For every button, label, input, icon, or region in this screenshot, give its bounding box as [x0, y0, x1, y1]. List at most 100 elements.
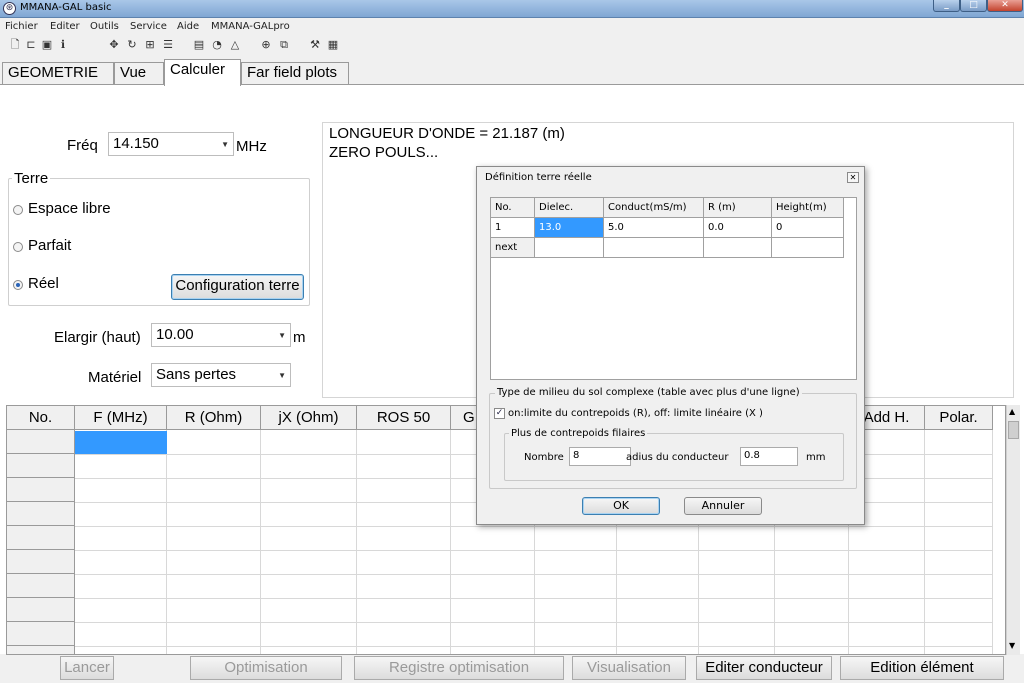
materiel-combo[interactable]: Sans pertes ▼	[151, 363, 291, 387]
menu-editer[interactable]: Editer	[50, 21, 80, 32]
maximize-button[interactable]: □	[960, 0, 987, 12]
grid-row-line	[75, 598, 993, 599]
editer-conducteur-button[interactable]: Editer conducteur	[696, 656, 832, 680]
triangle-icon[interactable]: △	[229, 39, 241, 51]
radio-reel-label[interactable]: Réel	[28, 275, 59, 292]
title-bar: ⊛ MMANA-GAL basic _ □ ✕	[0, 0, 1024, 18]
edition-element-button[interactable]: Edition élément	[840, 656, 1004, 680]
ground-table-cell[interactable]: 0.0	[704, 218, 772, 238]
radio-parfait[interactable]	[13, 242, 23, 252]
tab-calculer[interactable]: Calculer	[164, 59, 241, 86]
toolbar: 🗋 ⊏ ▣ ℹ ✥ ↻ ⊞ ☰ ▤ ◔ △ ⊕ ⧉ ⚒ ▦	[0, 37, 1024, 57]
radius-label: adius du conducteur	[626, 452, 729, 463]
ground-table-cell[interactable]: next	[491, 238, 535, 258]
grid-header-polar[interactable]: Polar.	[925, 406, 993, 430]
grid-row-header[interactable]	[7, 526, 75, 550]
grid-row-header[interactable]	[7, 430, 75, 454]
optimisation-button[interactable]: Optimisation	[190, 656, 342, 680]
scroll-up-icon[interactable]: ▲	[1009, 407, 1015, 416]
grid-row-header[interactable]	[7, 598, 75, 622]
dialog-title: Définition terre réelle	[485, 172, 592, 183]
grid-row-line	[75, 622, 993, 623]
freq-combo[interactable]: 14.150 ▼	[108, 132, 234, 156]
counterpoise-checkbox-label[interactable]: on:limite du contrepoids (R), off: limit…	[508, 408, 763, 419]
menu-outils[interactable]: Outils	[90, 21, 119, 32]
registre-optimisation-button[interactable]: Registre optimisation	[354, 656, 564, 680]
ground-table-cell[interactable]	[535, 238, 604, 258]
radio-parfait-label[interactable]: Parfait	[28, 237, 71, 254]
calculator-icon[interactable]: ▦	[327, 39, 339, 51]
grid-row-header[interactable]	[7, 454, 75, 478]
grid-header-no[interactable]: No.	[7, 406, 75, 430]
grid-row-line	[75, 526, 993, 527]
target-icon[interactable]: ⊕	[260, 39, 272, 51]
ground-table[interactable]: No. Dielec. Conduct(mS/m) R (m) Height(m…	[490, 197, 857, 380]
radio-espace-libre-label[interactable]: Espace libre	[28, 200, 111, 217]
soil-type-legend: Type de milieu du sol complexe (table av…	[495, 387, 802, 398]
elargir-unit: m	[293, 329, 306, 346]
move-icon[interactable]: ✥	[108, 39, 120, 51]
annuler-button[interactable]: Annuler	[684, 497, 762, 515]
radio-espace-libre[interactable]	[13, 205, 23, 215]
grid-scrollbar[interactable]: ▲ ▼	[1006, 405, 1020, 655]
grid-row-header[interactable]	[7, 550, 75, 574]
menu-mmana-galpro[interactable]: MMANA-GALpro	[211, 21, 290, 32]
visualisation-button[interactable]: Visualisation	[572, 656, 686, 680]
grid-row-header[interactable]	[7, 646, 75, 654]
ok-button[interactable]: OK	[582, 497, 660, 515]
grid-row-header[interactable]	[7, 622, 75, 646]
menu-fichier[interactable]: Fichier	[5, 21, 38, 32]
grid-row-header[interactable]	[7, 574, 75, 598]
scroll-down-icon[interactable]: ▼	[1009, 641, 1015, 650]
minimize-button[interactable]: _	[933, 0, 960, 12]
grid-header-jx[interactable]: jX (Ohm)	[261, 406, 357, 430]
ground-table-cell[interactable]: 1	[491, 218, 535, 238]
new-file-icon[interactable]: 🗋	[9, 39, 21, 51]
align-icon[interactable]: ☰	[162, 39, 174, 51]
info-icon[interactable]: ℹ	[57, 39, 69, 51]
close-window-button[interactable]: ✕	[987, 0, 1023, 12]
menu-bar: Fichier Editer Outils Service Aide MMANA…	[0, 19, 1024, 37]
nombre-input[interactable]: 8	[569, 447, 631, 466]
dropdown-arrow-icon[interactable]: ▼	[221, 140, 229, 149]
counterpoise-checkbox[interactable]: ✓	[494, 408, 505, 419]
save-icon[interactable]: ▣	[41, 39, 53, 51]
radio-reel[interactable]	[13, 280, 23, 290]
grid-row-header[interactable]	[7, 478, 75, 502]
rotate-icon[interactable]: ↻	[126, 39, 138, 51]
materiel-label: Matériel	[88, 369, 142, 386]
dropdown-arrow-icon[interactable]: ▼	[278, 371, 286, 380]
grid-header-r[interactable]: R (Ohm)	[167, 406, 261, 430]
open-folder-icon[interactable]: ⊏	[25, 39, 37, 51]
lancer-button[interactable]: Lancer	[60, 656, 114, 680]
elargir-combo[interactable]: 10.00 ▼	[151, 323, 291, 347]
chart-icon[interactable]: ◔	[211, 39, 223, 51]
menu-aide[interactable]: Aide	[177, 21, 199, 32]
ground-table-cell[interactable]	[772, 238, 844, 258]
grid-row-header[interactable]	[7, 502, 75, 526]
configuration-terre-button[interactable]: Configuration terre	[171, 274, 304, 300]
ground-table-cell[interactable]: 0	[772, 218, 844, 238]
stretch-icon[interactable]: ⊞	[144, 39, 156, 51]
radius-input[interactable]: 0.8	[740, 447, 798, 466]
ground-table-cell[interactable]	[704, 238, 772, 258]
ground-table-cell[interactable]	[604, 238, 704, 258]
tab-far-field-plots[interactable]: Far field plots	[241, 62, 349, 84]
ground-table-cell-selected[interactable]: 13.0	[535, 218, 604, 238]
copy-icon[interactable]: ⧉	[278, 39, 290, 51]
ground-table-header: Height(m)	[772, 198, 844, 218]
ground-table-cell[interactable]: 5.0	[604, 218, 704, 238]
grid-row-line	[75, 646, 993, 647]
scrollbar-thumb[interactable]	[1008, 421, 1019, 439]
tools-icon[interactable]: ⚒	[309, 39, 321, 51]
document-icon[interactable]: ▤	[193, 39, 205, 51]
close-icon[interactable]: ✕	[847, 172, 859, 183]
tab-vue[interactable]: Vue	[114, 62, 164, 84]
dropdown-arrow-icon[interactable]: ▼	[278, 331, 286, 340]
app-logo-icon[interactable]: ⊛	[3, 2, 16, 15]
selected-grid-cell[interactable]	[75, 431, 167, 454]
grid-header-ros[interactable]: ROS 50	[357, 406, 451, 430]
grid-header-freq[interactable]: F (MHz)	[75, 406, 167, 430]
tab-geometrie[interactable]: GEOMETRIE	[2, 62, 114, 84]
menu-service[interactable]: Service	[130, 21, 167, 32]
